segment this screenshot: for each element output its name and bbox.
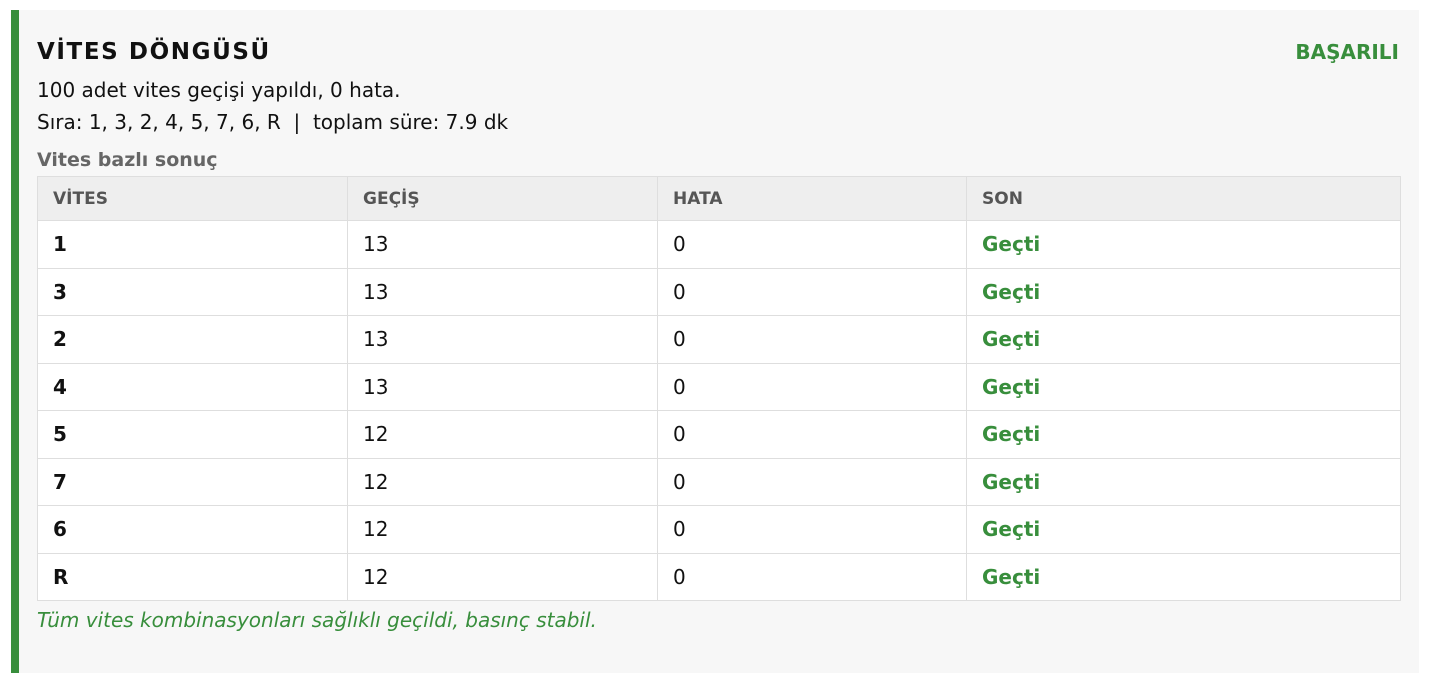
result-cell: Geçti bbox=[966, 505, 1401, 554]
result-cell: Geçti bbox=[966, 315, 1401, 364]
column-header-gear: VİTES bbox=[37, 176, 348, 221]
footnote: Tüm vites kombinasyonları sağlıklı geçil… bbox=[37, 608, 597, 632]
errors-cell: 0 bbox=[657, 220, 967, 269]
table-row: 1 13 0 Geçti bbox=[37, 220, 1401, 269]
result-cell: Geçti bbox=[966, 410, 1401, 459]
table-row: 7 12 0 Geçti bbox=[37, 457, 1401, 506]
shifts-cell: 13 bbox=[347, 220, 658, 269]
errors-cell: 0 bbox=[657, 362, 967, 411]
shifts-cell: 12 bbox=[347, 457, 658, 506]
gear-cell: 4 bbox=[37, 362, 348, 411]
errors-cell: 0 bbox=[657, 552, 967, 601]
result-cell: Geçti bbox=[966, 457, 1401, 506]
gear-cell: 5 bbox=[37, 410, 348, 459]
errors-cell: 0 bbox=[657, 505, 967, 554]
shifts-cell: 13 bbox=[347, 315, 658, 364]
gear-cell: 7 bbox=[37, 457, 348, 506]
summary-line-sequence: Sıra: 1, 3, 2, 4, 5, 7, 6, R | toplam sü… bbox=[37, 110, 509, 134]
status-badge: BAŞARILI bbox=[1295, 40, 1399, 64]
shifts-cell: 13 bbox=[347, 267, 658, 316]
gear-cell: 2 bbox=[37, 315, 348, 364]
result-cell: Geçti bbox=[966, 552, 1401, 601]
table-row: 6 12 0 Geçti bbox=[37, 505, 1401, 554]
shifts-cell: 12 bbox=[347, 410, 658, 459]
column-header-errors: HATA bbox=[657, 176, 967, 221]
shifts-cell: 12 bbox=[347, 505, 658, 554]
result-cell: Geçti bbox=[966, 362, 1401, 411]
column-header-shifts: GEÇİŞ bbox=[347, 176, 658, 221]
table-row: 2 13 0 Geçti bbox=[37, 315, 1401, 364]
panel-title: VİTES DÖNGÜSÜ bbox=[37, 39, 271, 65]
shifts-cell: 13 bbox=[347, 362, 658, 411]
errors-cell: 0 bbox=[657, 267, 967, 316]
table-row: 4 13 0 Geçti bbox=[37, 362, 1401, 411]
gear-cell: R bbox=[37, 552, 348, 601]
gear-results-table: VİTES GEÇİŞ HATA SON 1 13 0 Geçti 3 13 0… bbox=[37, 176, 1401, 601]
gear-cycle-panel: VİTES DÖNGÜSÜ BAŞARILI 100 adet vites ge… bbox=[11, 10, 1419, 673]
gear-cell: 6 bbox=[37, 505, 348, 554]
table-row: 5 12 0 Geçti bbox=[37, 410, 1401, 459]
summary-line-count: 100 adet vites geçişi yapıldı, 0 hata. bbox=[37, 78, 401, 102]
result-cell: Geçti bbox=[966, 220, 1401, 269]
table-row: R 12 0 Geçti bbox=[37, 552, 1401, 601]
errors-cell: 0 bbox=[657, 457, 967, 506]
errors-cell: 0 bbox=[657, 315, 967, 364]
gear-cell: 1 bbox=[37, 220, 348, 269]
column-header-result: SON bbox=[966, 176, 1401, 221]
panel-header: VİTES DÖNGÜSÜ BAŞARILI bbox=[37, 32, 1399, 72]
shifts-cell: 12 bbox=[347, 552, 658, 601]
section-label: Vites bazlı sonuç bbox=[37, 149, 218, 171]
result-cell: Geçti bbox=[966, 267, 1401, 316]
gear-cell: 3 bbox=[37, 267, 348, 316]
table-row: 3 13 0 Geçti bbox=[37, 267, 1401, 316]
errors-cell: 0 bbox=[657, 410, 967, 459]
table-header-row: VİTES GEÇİŞ HATA SON bbox=[37, 176, 1401, 221]
